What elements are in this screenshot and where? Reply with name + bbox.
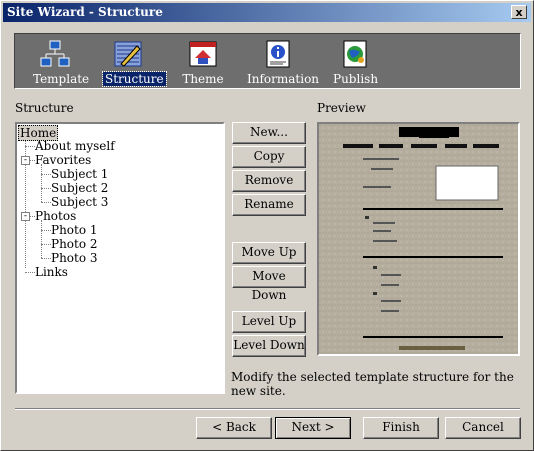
next-button[interactable]: Next > [275, 417, 351, 439]
publish-globe-icon [343, 40, 367, 68]
step-template[interactable]: Template [33, 36, 89, 86]
step-information[interactable]: Information [247, 36, 319, 86]
sitemap-icon [40, 40, 70, 67]
tree-node-subject-2[interactable]: Subject 2 [51, 181, 108, 195]
tree-node-subject-3[interactable]: Subject 3 [51, 195, 108, 209]
tree-node-photo-3[interactable]: Photo 3 [51, 251, 98, 265]
tree-node-about-myself[interactable]: About myself [35, 139, 115, 153]
structure-pencil-icon [114, 41, 142, 67]
title-bar[interactable]: Site Wizard - Structure x [3, 3, 531, 22]
rename-button[interactable]: Rename [232, 194, 306, 216]
structure-tree[interactable]: - - Home About myself Favorites Subject … [15, 122, 225, 394]
step-information-label: Information [247, 72, 320, 86]
template-preview-image [317, 122, 520, 356]
tree-node-links[interactable]: Links [35, 265, 68, 279]
remove-button[interactable]: Remove [232, 170, 306, 192]
information-icon [266, 40, 290, 68]
tree-node-photo-2[interactable]: Photo 2 [51, 237, 98, 251]
step-publish-label: Publish [333, 72, 379, 86]
footer-separator [15, 408, 520, 410]
tree-node-photos[interactable]: Photos [35, 209, 76, 223]
tree-node-photo-1[interactable]: Photo 1 [51, 223, 98, 237]
theme-window-icon [189, 41, 217, 67]
window-title: Site Wizard - Structure [7, 5, 163, 19]
step-structure[interactable]: Structure [102, 36, 167, 87]
tree-node-favorites[interactable]: Favorites [35, 153, 91, 167]
level-down-button[interactable]: Level Down [232, 335, 306, 357]
favorites-collapse-toggle[interactable]: - [21, 156, 30, 165]
tree-node-subject-1[interactable]: Subject 1 [51, 167, 108, 181]
move-up-button[interactable]: Move Up [232, 242, 306, 264]
preview-heading: Preview [317, 101, 366, 115]
step-structure-label: Structure [102, 71, 167, 87]
structure-heading: Structure [15, 101, 74, 115]
move-down-button[interactable]: Move Down [232, 266, 306, 302]
step-theme-label: Theme [182, 72, 224, 86]
close-button[interactable]: x [511, 5, 527, 19]
finish-button[interactable]: Finish [363, 417, 439, 439]
copy-button[interactable]: Copy [232, 146, 306, 168]
photos-collapse-toggle[interactable]: - [21, 212, 30, 221]
level-up-button[interactable]: Level Up [232, 311, 306, 333]
step-template-label: Template [33, 72, 90, 86]
step-theme[interactable]: Theme [181, 36, 225, 86]
step-publish[interactable]: Publish [333, 36, 379, 86]
site-wizard-window: Site Wizard - Structure x Template Struc… [0, 0, 534, 451]
cancel-button[interactable]: Cancel [445, 417, 521, 439]
description-text: Modify the selected template structure f… [231, 370, 514, 398]
new-button[interactable]: New... [232, 122, 306, 144]
preview-thumbnail [319, 124, 518, 354]
back-button[interactable]: < Back [196, 417, 272, 439]
wizard-steps-toolbar: Template Structure Theme Information Pub… [14, 33, 521, 89]
